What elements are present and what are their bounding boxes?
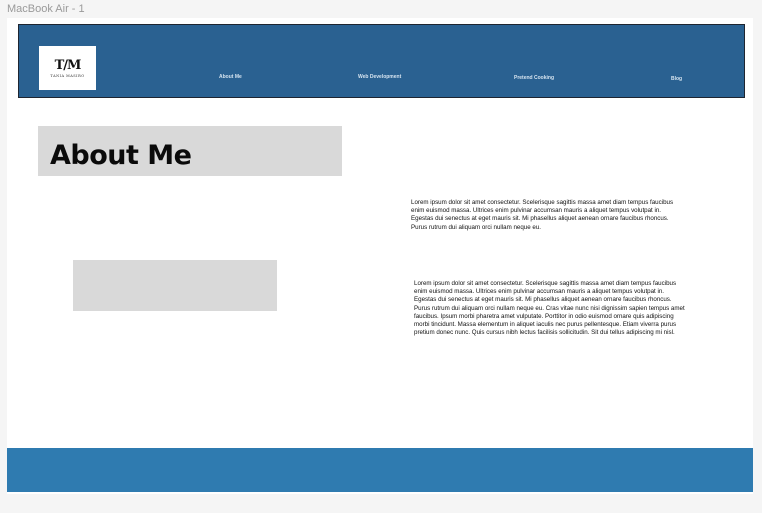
nav-link-pretend-cooking[interactable]: Pretend Cooking bbox=[514, 75, 554, 81]
intro-paragraph: Lorem ipsum dolor sit amet consectetur. … bbox=[411, 199, 674, 231]
frame-label: MacBook Air - 1 bbox=[7, 3, 85, 15]
body-paragraph: Lorem ipsum dolor sit amet consectetur. … bbox=[414, 280, 685, 337]
logo-subtitle: TANIA MASIRO bbox=[50, 73, 85, 78]
site-logo[interactable]: T/M TANIA MASIRO bbox=[39, 46, 96, 90]
nav-link-blog[interactable]: Blog bbox=[671, 76, 682, 82]
logo-mark: T/M bbox=[54, 57, 82, 73]
image-placeholder bbox=[73, 260, 277, 311]
site-header: T/M TANIA MASIRO About Me Web Developmen… bbox=[18, 24, 745, 98]
nav-link-web-development[interactable]: Web Development bbox=[358, 74, 401, 80]
page-title-box: About Me bbox=[38, 126, 342, 176]
nav-link-about-me[interactable]: About Me bbox=[219, 74, 242, 80]
page-canvas: T/M TANIA MASIRO About Me Web Developmen… bbox=[7, 18, 753, 494]
site-footer bbox=[7, 448, 753, 492]
page-title: About Me bbox=[50, 140, 192, 171]
